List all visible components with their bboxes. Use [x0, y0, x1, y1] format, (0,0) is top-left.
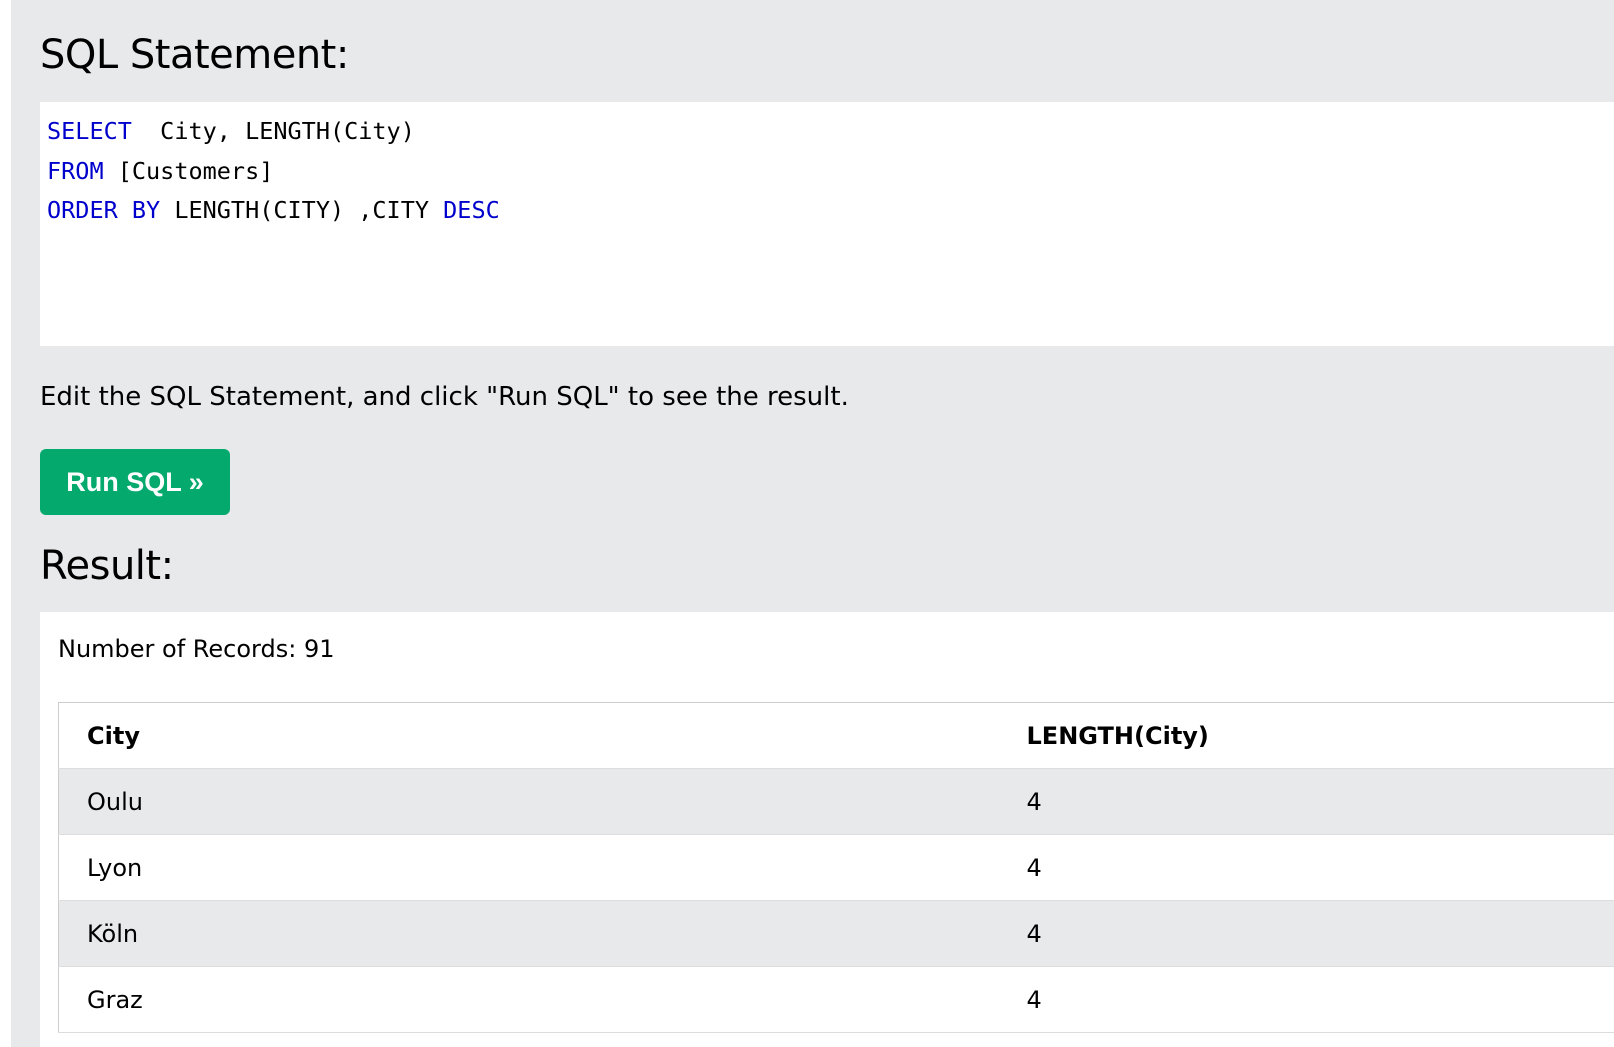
- sql-code-line: FROM [Customers]: [47, 152, 1614, 192]
- table-row: Köln 4: [58, 900, 1614, 967]
- sql-editor[interactable]: SELECT City, LENGTH(City) FROM [Customers…: [40, 102, 1614, 346]
- sql-statement-heading: SQL Statement:: [40, 32, 349, 78]
- length-cell: 4: [998, 834, 1614, 901]
- column-header-city: City: [58, 702, 999, 769]
- table-row: Lyon 4: [58, 834, 1614, 901]
- length-cell: 4: [998, 768, 1614, 835]
- sql-token: City, LENGTH(City): [131, 117, 415, 145]
- sql-keyword: ORDER BY: [47, 196, 161, 224]
- result-heading: Result:: [40, 543, 174, 589]
- city-cell: Graz: [58, 966, 999, 1033]
- length-cell: 4: [998, 900, 1614, 967]
- table-row: Oulu 4: [58, 768, 1614, 835]
- table-row: Graz 4: [58, 966, 1614, 1033]
- record-count: Number of Records: 91: [58, 635, 335, 663]
- sql-token: LENGTH(CITY) ,CITY: [160, 196, 444, 224]
- city-cell: Oulu: [58, 768, 999, 835]
- left-margin-strip: [0, 0, 11, 1047]
- sql-keyword: FROM: [47, 156, 104, 185]
- city-cell: Lyon: [58, 834, 999, 901]
- sql-code-line: ORDER BY LENGTH(CITY) ,CITY DESC: [47, 191, 1614, 231]
- instructions-text: Edit the SQL Statement, and click "Run S…: [40, 382, 849, 412]
- length-cell: 4: [998, 966, 1614, 1033]
- column-header-length: LENGTH(City): [998, 702, 1614, 769]
- sql-keyword: DESC: [443, 196, 500, 224]
- city-cell: Köln: [58, 900, 999, 967]
- page: SQL Statement: SELECT City, LENGTH(City)…: [0, 0, 1614, 1047]
- result-table: City LENGTH(City) Oulu 4 Lyon 4 Köln 4 G…: [58, 702, 1614, 1033]
- run-sql-button[interactable]: Run SQL »: [40, 449, 230, 515]
- sql-token: [Customers]: [103, 156, 274, 185]
- sql-code-line: SELECT City, LENGTH(City): [47, 112, 1614, 152]
- try-it-panel: SQL Statement: SELECT City, LENGTH(City)…: [11, 0, 1614, 1047]
- table-header-row: City LENGTH(City): [58, 702, 1614, 769]
- sql-keyword: SELECT: [47, 117, 132, 145]
- result-container: Number of Records: 91 City LENGTH(City) …: [40, 612, 1614, 1047]
